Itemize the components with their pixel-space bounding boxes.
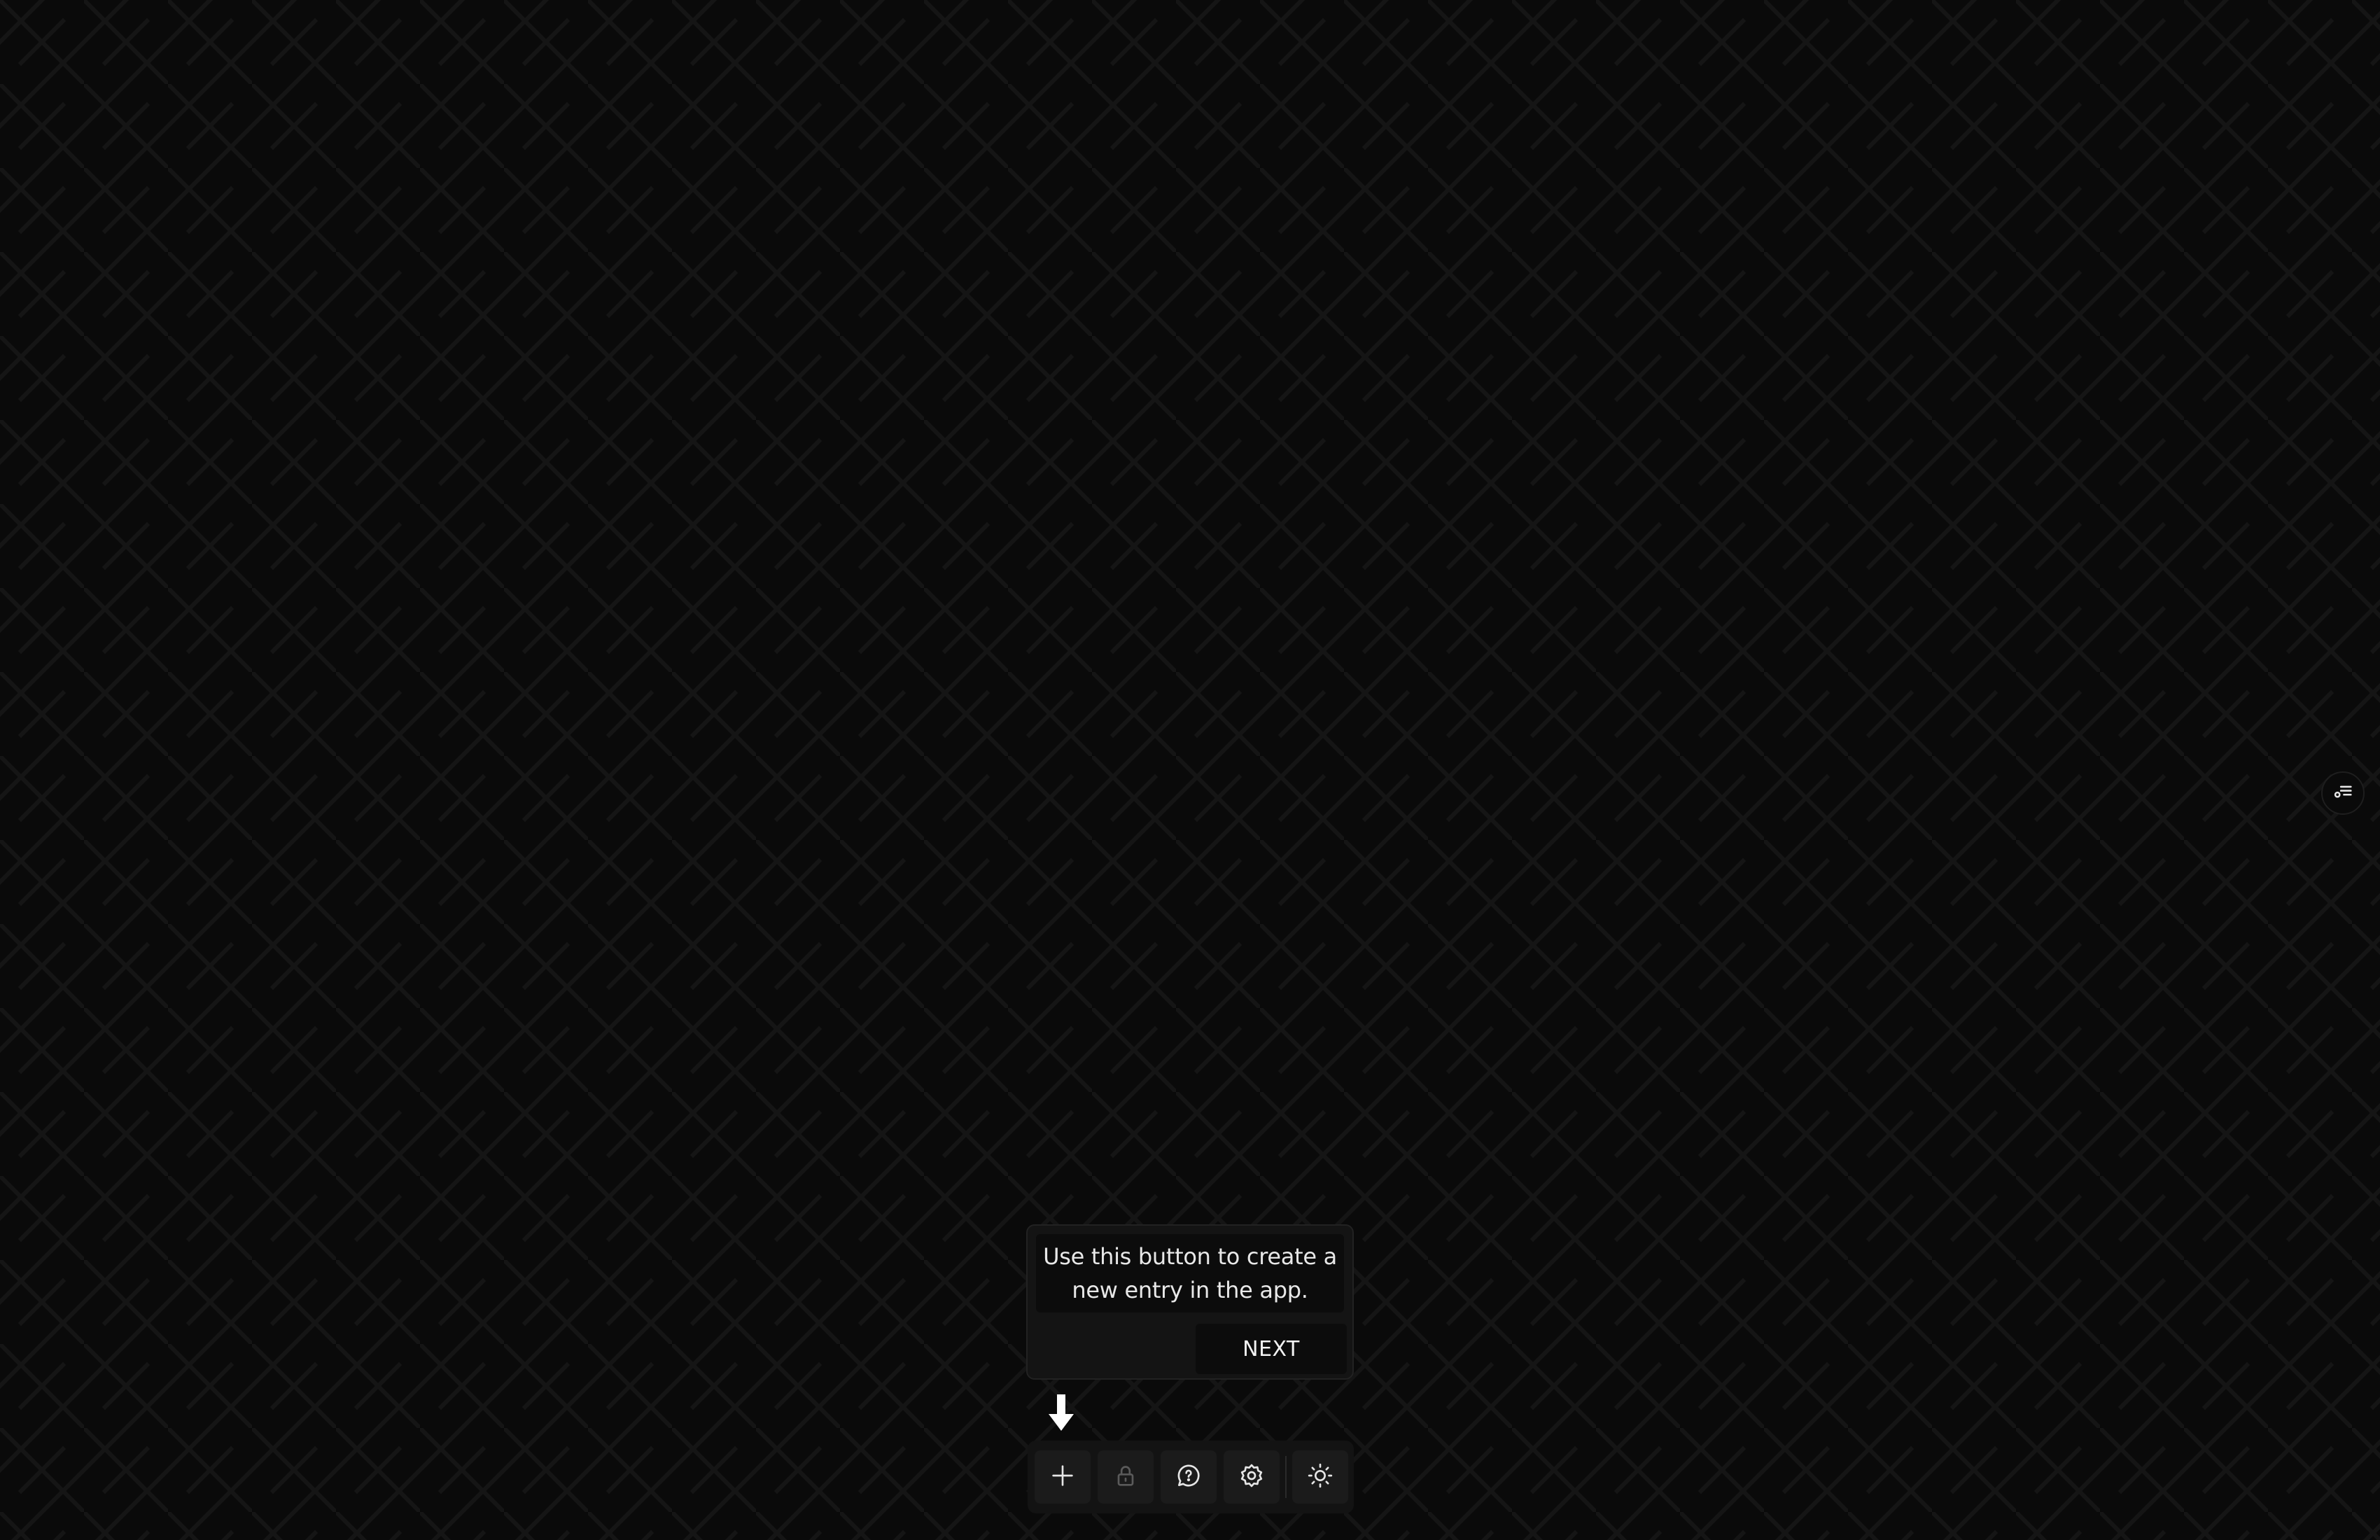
help-button[interactable] (1161, 1450, 1217, 1504)
theme-toggle-button[interactable] (1292, 1450, 1348, 1504)
settings-button[interactable] (1224, 1450, 1280, 1504)
sun-icon (1306, 1462, 1334, 1492)
bottom-toolbar (1028, 1441, 1354, 1513)
lock-button[interactable] (1098, 1450, 1154, 1504)
tour-popover: Use this button to create a new entry in… (1026, 1224, 1354, 1380)
add-entry-button[interactable] (1035, 1450, 1091, 1504)
next-button[interactable]: NEXT (1196, 1324, 1347, 1374)
help-chat-icon (1175, 1462, 1203, 1492)
lock-icon (1112, 1462, 1140, 1492)
gear-icon (1238, 1462, 1266, 1492)
plus-icon (1049, 1462, 1077, 1492)
side-panel-toggle-button[interactable] (2321, 771, 2365, 815)
toolbar-divider (1285, 1456, 1287, 1498)
tour-message: Use this button to create a new entry in… (1036, 1234, 1344, 1312)
filter-list-icon (2331, 780, 2355, 806)
arrow-down-icon (1046, 1393, 1077, 1432)
